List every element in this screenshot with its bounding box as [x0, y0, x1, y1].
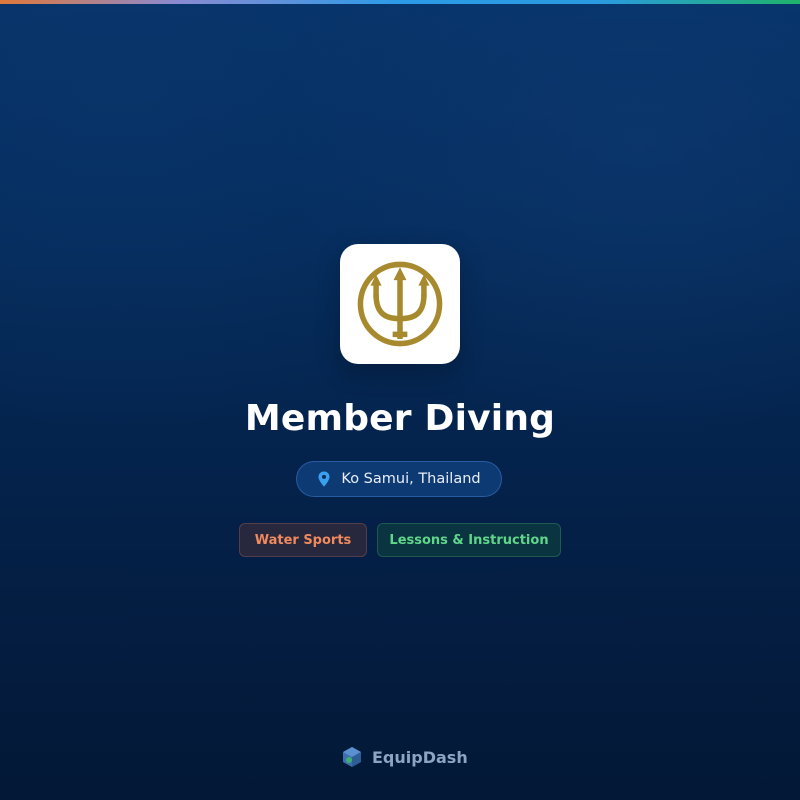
footer-brand: EquipDash	[340, 744, 468, 770]
tag-lessons-instruction: Lessons & Instruction	[377, 523, 561, 557]
tag-water-sports: Water Sports	[239, 523, 367, 557]
brand-name: EquipDash	[372, 747, 468, 767]
accent-bar	[0, 0, 800, 4]
location-badge: Ko Samui, Thailand	[296, 461, 502, 497]
business-logo	[340, 244, 460, 364]
map-pin-icon	[318, 471, 330, 487]
trident-icon	[357, 261, 443, 347]
location-label: Ko Samui, Thailand	[341, 471, 481, 487]
equipdash-logo-icon	[343, 747, 361, 767]
business-name: Member Diving	[244, 398, 556, 439]
